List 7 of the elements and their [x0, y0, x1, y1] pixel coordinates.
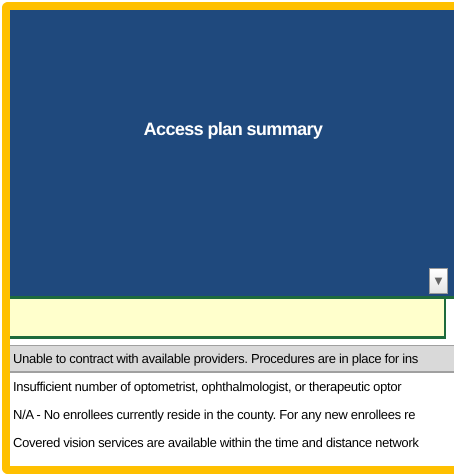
input-field[interactable]: [10, 299, 446, 339]
dropdown-option[interactable]: Insufficient number of optometrist, ophthalmologist, or therapeutic optor: [10, 373, 454, 401]
dropdown-option[interactable]: Unable to contract with available providers. Procedures are in place for ins: [10, 345, 454, 373]
dropdown-option[interactable]: N/A - No enrollees currently reside in the county. For any new enrollees re: [10, 401, 454, 429]
header-title: Access plan summary: [144, 118, 322, 140]
dropdown-option[interactable]: Covered vision services are available within the time and distance network: [10, 429, 454, 457]
dropdown-button[interactable]: ▼: [429, 268, 448, 294]
